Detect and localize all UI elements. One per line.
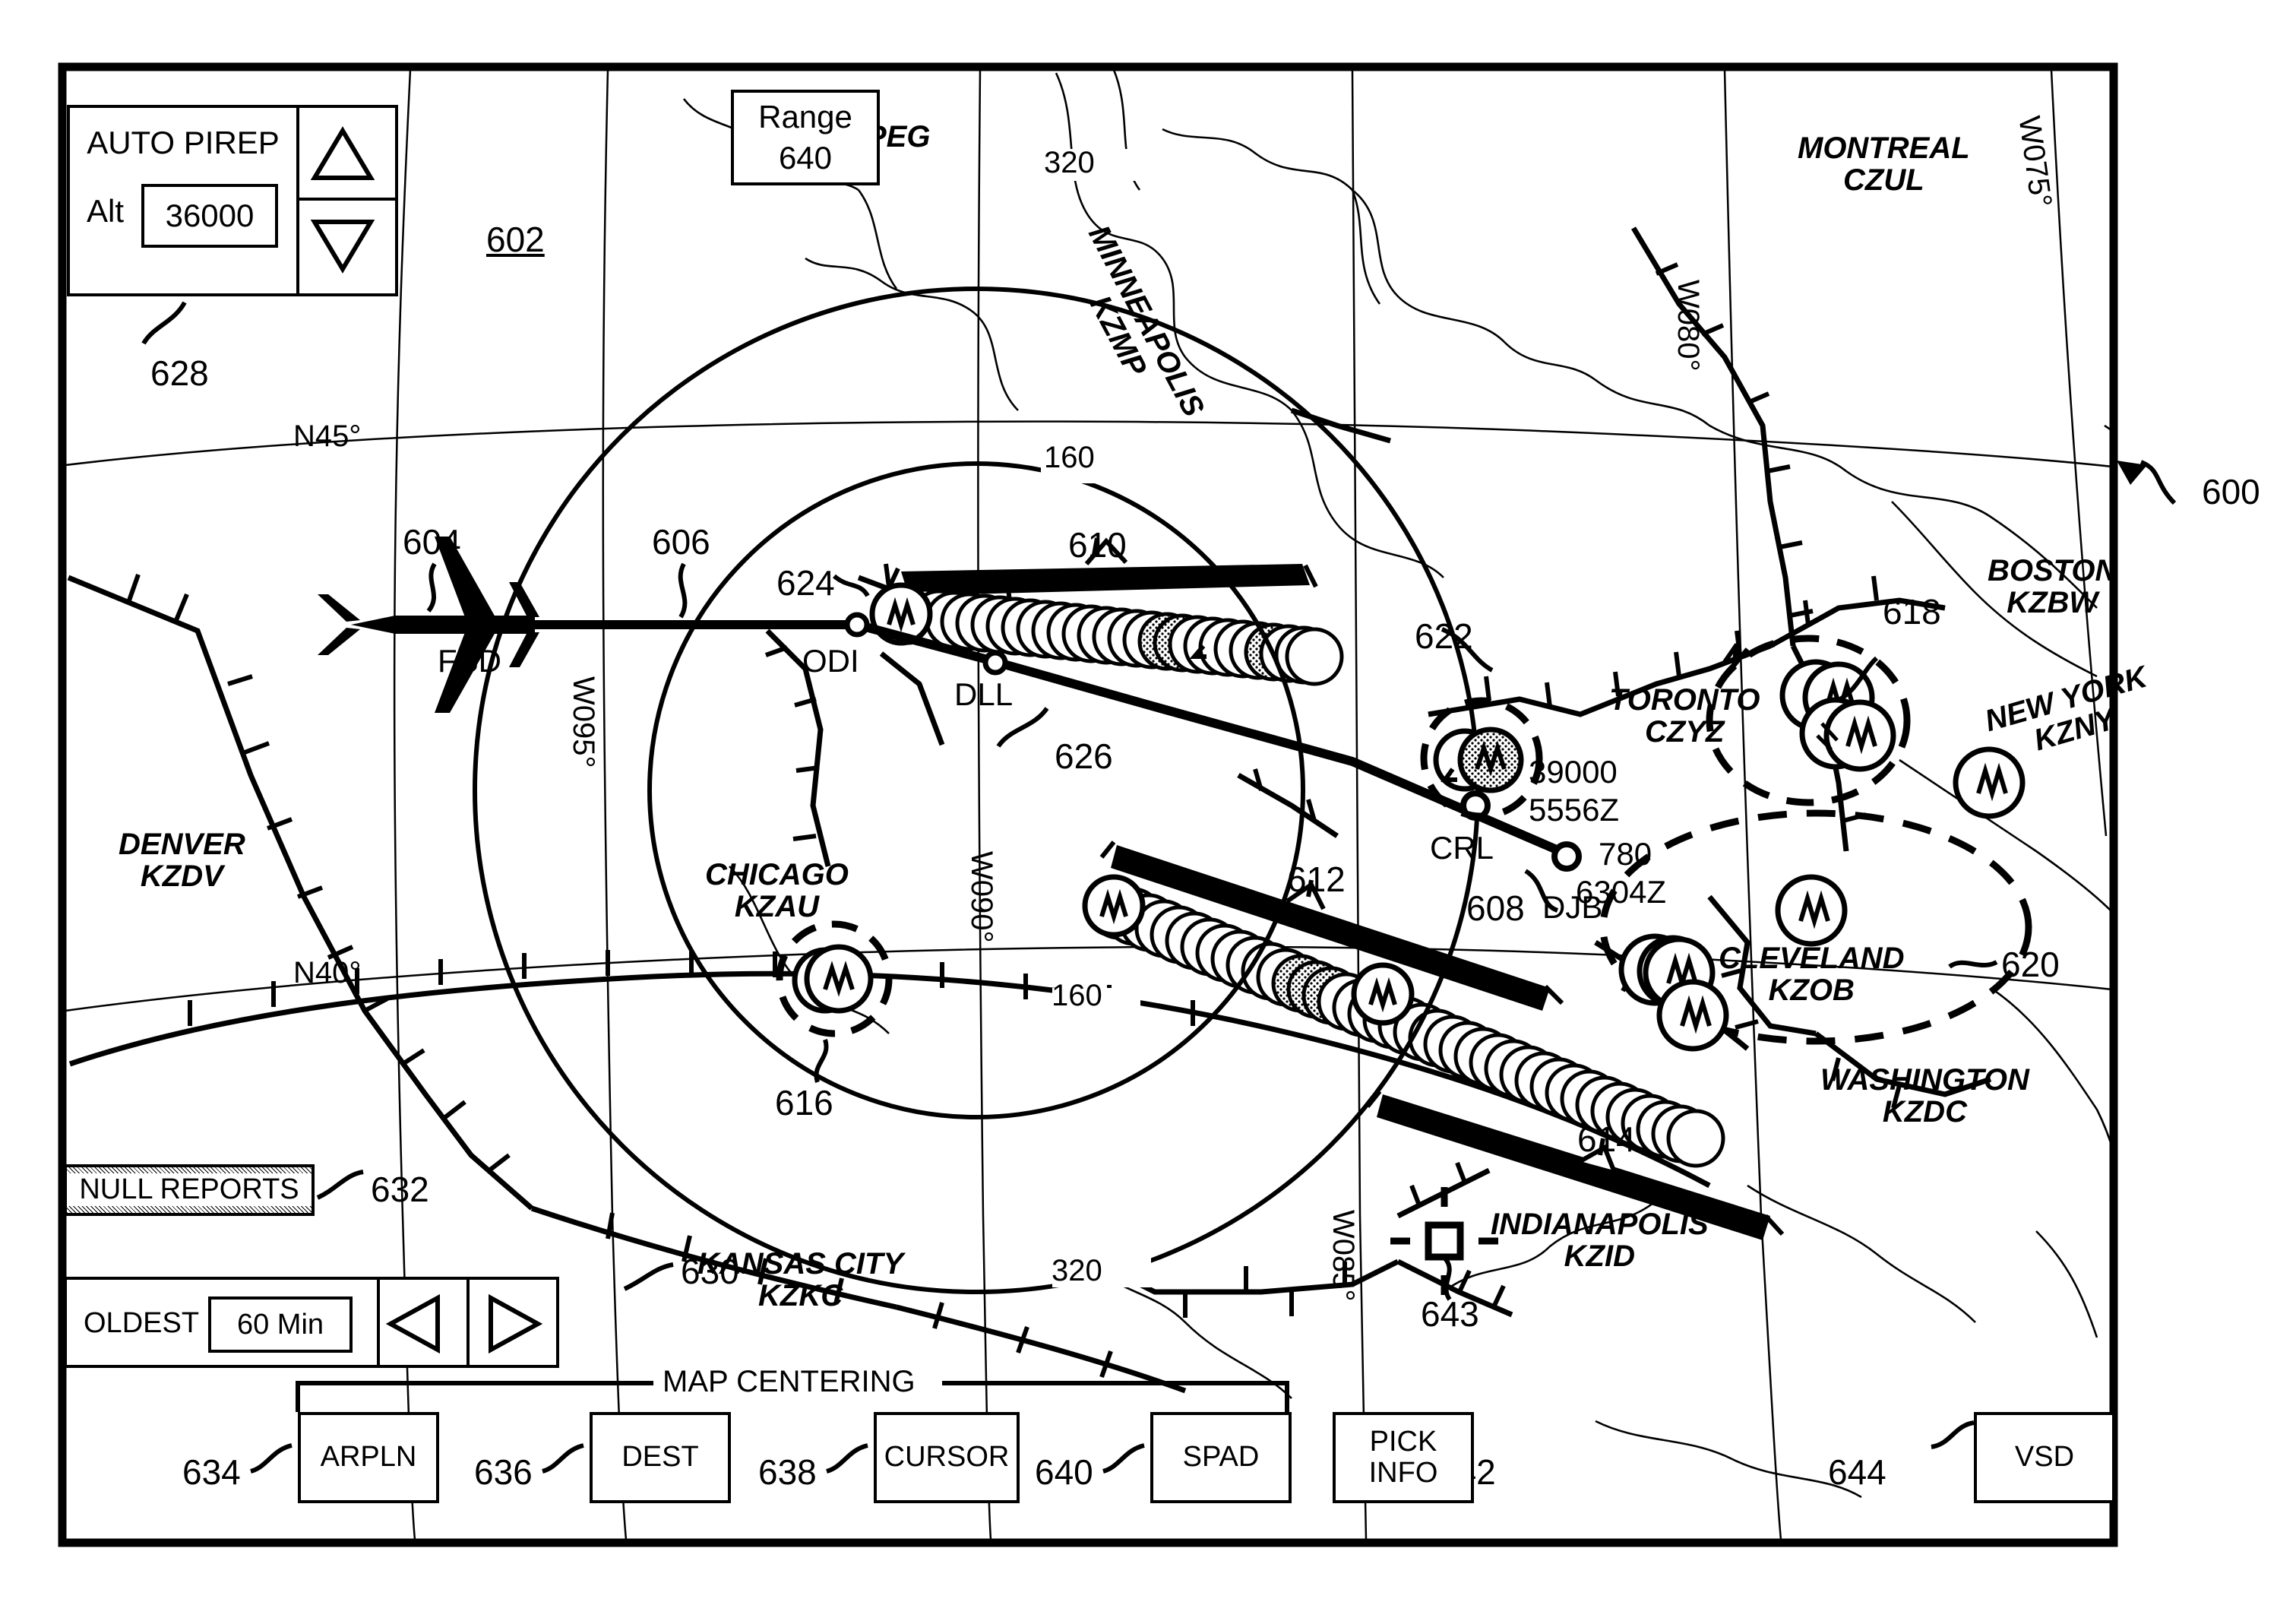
waypoint-marker-djb [1551, 841, 1582, 872]
pirep-altitude-2: 780 [1599, 836, 1652, 872]
graticule-label-w095: W095° [567, 676, 600, 768]
ref-640: 640 [1035, 1452, 1093, 1492]
artcc-name: DENVER [119, 828, 245, 861]
pirep-cluster-616 [776, 920, 893, 1037]
pirep-time-2: 6304Z [1576, 874, 1667, 910]
ref-612: 612 [1287, 860, 1346, 899]
ref-620: 620 [2001, 945, 2060, 984]
ref-626: 626 [1055, 736, 1113, 776]
artcc-label-chicago: CHICAGO KZAU [705, 859, 849, 923]
pick-info-button[interactable]: PICK INFO [1333, 1412, 1474, 1503]
oldest-arrow-overlay [385, 1293, 543, 1354]
waypoint-label-fsd: FSD [438, 643, 501, 679]
artcc-name: INDIANAPOLIS [1491, 1208, 1709, 1241]
waypoint-marker-odi [844, 612, 870, 638]
artcc-code: KZDV [140, 860, 223, 894]
waypoint-label-odi: ODI [802, 643, 859, 679]
ref-628: 628 [150, 353, 209, 393]
ref-600: 600 [2202, 472, 2260, 511]
pirep-altitude-1: 39000 [1529, 754, 1618, 790]
range-ring-label-320-bottom: 320 [1052, 1254, 1102, 1287]
artcc-name: KANSAS CITY [697, 1247, 904, 1281]
ref-614: 614 [1577, 1119, 1636, 1159]
crosshair-cursor-icon[interactable] [1390, 1187, 1498, 1295]
graticule-label-n45: N45° [293, 419, 362, 453]
artcc-code: KZOB [1768, 974, 1855, 1008]
artcc-name: CHICAGO [705, 858, 849, 891]
range-ring-label-320-top: 320 [1044, 146, 1095, 179]
range-value: 640 [778, 140, 833, 176]
artcc-label-toronto: TORONTO CZYZ [1609, 684, 1760, 749]
artcc-name: BOSTON [1988, 554, 2117, 587]
airplane-icon [318, 537, 539, 713]
artcc-name: WASHINGTON [1820, 1063, 2029, 1097]
artcc-label-montreal: MONTREAL CZUL [1798, 132, 1970, 197]
waypoint-marker-dll [982, 650, 1008, 676]
centering-button-arpln[interactable]: ARPLN [298, 1412, 439, 1503]
range-ring-outer [473, 287, 1480, 1294]
range-ring-inner [647, 461, 1305, 1119]
range-rings [473, 287, 1480, 1294]
pirep-time-1: 5556Z [1529, 792, 1620, 828]
centering-button-cursor[interactable]: CURSOR [874, 1412, 1020, 1503]
ref-610: 610 [1068, 525, 1127, 565]
range-panel[interactable]: Range 640 [731, 90, 880, 185]
centering-button-spad[interactable]: SPAD [1150, 1412, 1292, 1503]
artcc-name: MONTREAL [1798, 131, 1970, 165]
waypoint-label-crl: CRL [1430, 830, 1494, 866]
pirep-turbulence-icon [1082, 874, 1146, 938]
artcc-code: CZYZ [1645, 715, 1725, 749]
artcc-code: CZUL [1843, 163, 1924, 198]
ref-616: 616 [775, 1083, 833, 1122]
range-ring-label-160-top: 160 [1044, 441, 1095, 474]
artcc-code: KZAU [734, 890, 819, 924]
null-reports-button[interactable]: NULL REPORTS [64, 1164, 315, 1216]
ref-606: 606 [652, 522, 710, 562]
ref-636: 636 [474, 1452, 533, 1492]
pirep-turbulence-icon [1351, 962, 1415, 1026]
waypoint-label-dll: DLL [954, 676, 1014, 712]
ref-643: 643 [1421, 1294, 1479, 1334]
artcc-label-indianapolis: INDIANAPOLIS KZID [1491, 1208, 1709, 1273]
range-label: Range [758, 99, 852, 135]
artcc-code: KZDC [1882, 1095, 1967, 1129]
patent-figure: 628 602 600 604 606 624 626 610 622 608 … [0, 0, 2296, 1621]
vsd-button[interactable]: VSD [1974, 1412, 2115, 1503]
artcc-label-boston: BOSTON KZBW [1988, 555, 2117, 619]
ref-634: 634 [182, 1452, 241, 1492]
graticule-label-w090: W090° [965, 851, 998, 943]
ref-602: 602 [486, 220, 545, 259]
graticule-label-n40: N40° [293, 956, 362, 989]
null-reports-label: NULL REPORTS [67, 1173, 312, 1206]
ref-608: 608 [1466, 888, 1525, 928]
triangle-left-icon [385, 1293, 440, 1354]
artcc-label-cleveland: CLEVELAND KZOB [1719, 942, 1904, 1007]
artcc-code: KZKC [758, 1279, 843, 1313]
ref-604: 604 [403, 522, 461, 562]
artcc-name: CLEVELAND [1719, 942, 1905, 975]
artcc-code: KZID [1564, 1239, 1635, 1274]
pick-info-line2: INFO [1368, 1457, 1438, 1489]
triangle-right-icon [489, 1293, 543, 1354]
graticule-label-w080: W080° [1671, 280, 1705, 372]
auto-pirep-arrow-overlay [310, 126, 375, 274]
ref-644: 644 [1828, 1452, 1886, 1492]
coastline-outline [682, 69, 2114, 1499]
centering-button-dest[interactable]: DEST [590, 1412, 731, 1503]
ref-632: 632 [371, 1170, 429, 1209]
artcc-label-washington: WASHINGTON KZDC [1820, 1064, 2029, 1129]
artcc-label-kansas-city: KANSAS CITY KZKC [697, 1248, 903, 1312]
artcc-name: TORONTO [1609, 683, 1760, 717]
ref-638: 638 [758, 1452, 817, 1492]
ref-622: 622 [1415, 616, 1473, 656]
graticule-label-w085: W085° [1327, 1210, 1360, 1302]
ref-618: 618 [1883, 592, 1941, 632]
pick-info-line1: PICK [1369, 1425, 1437, 1458]
artcc-label-denver: DENVER KZDV [119, 828, 245, 893]
ref-624: 624 [776, 563, 835, 603]
map-centering-label: MAP CENTERING [663, 1365, 916, 1398]
artcc-code: KZBW [2007, 586, 2098, 620]
range-ring-label-160-bottom: 160 [1052, 979, 1102, 1012]
